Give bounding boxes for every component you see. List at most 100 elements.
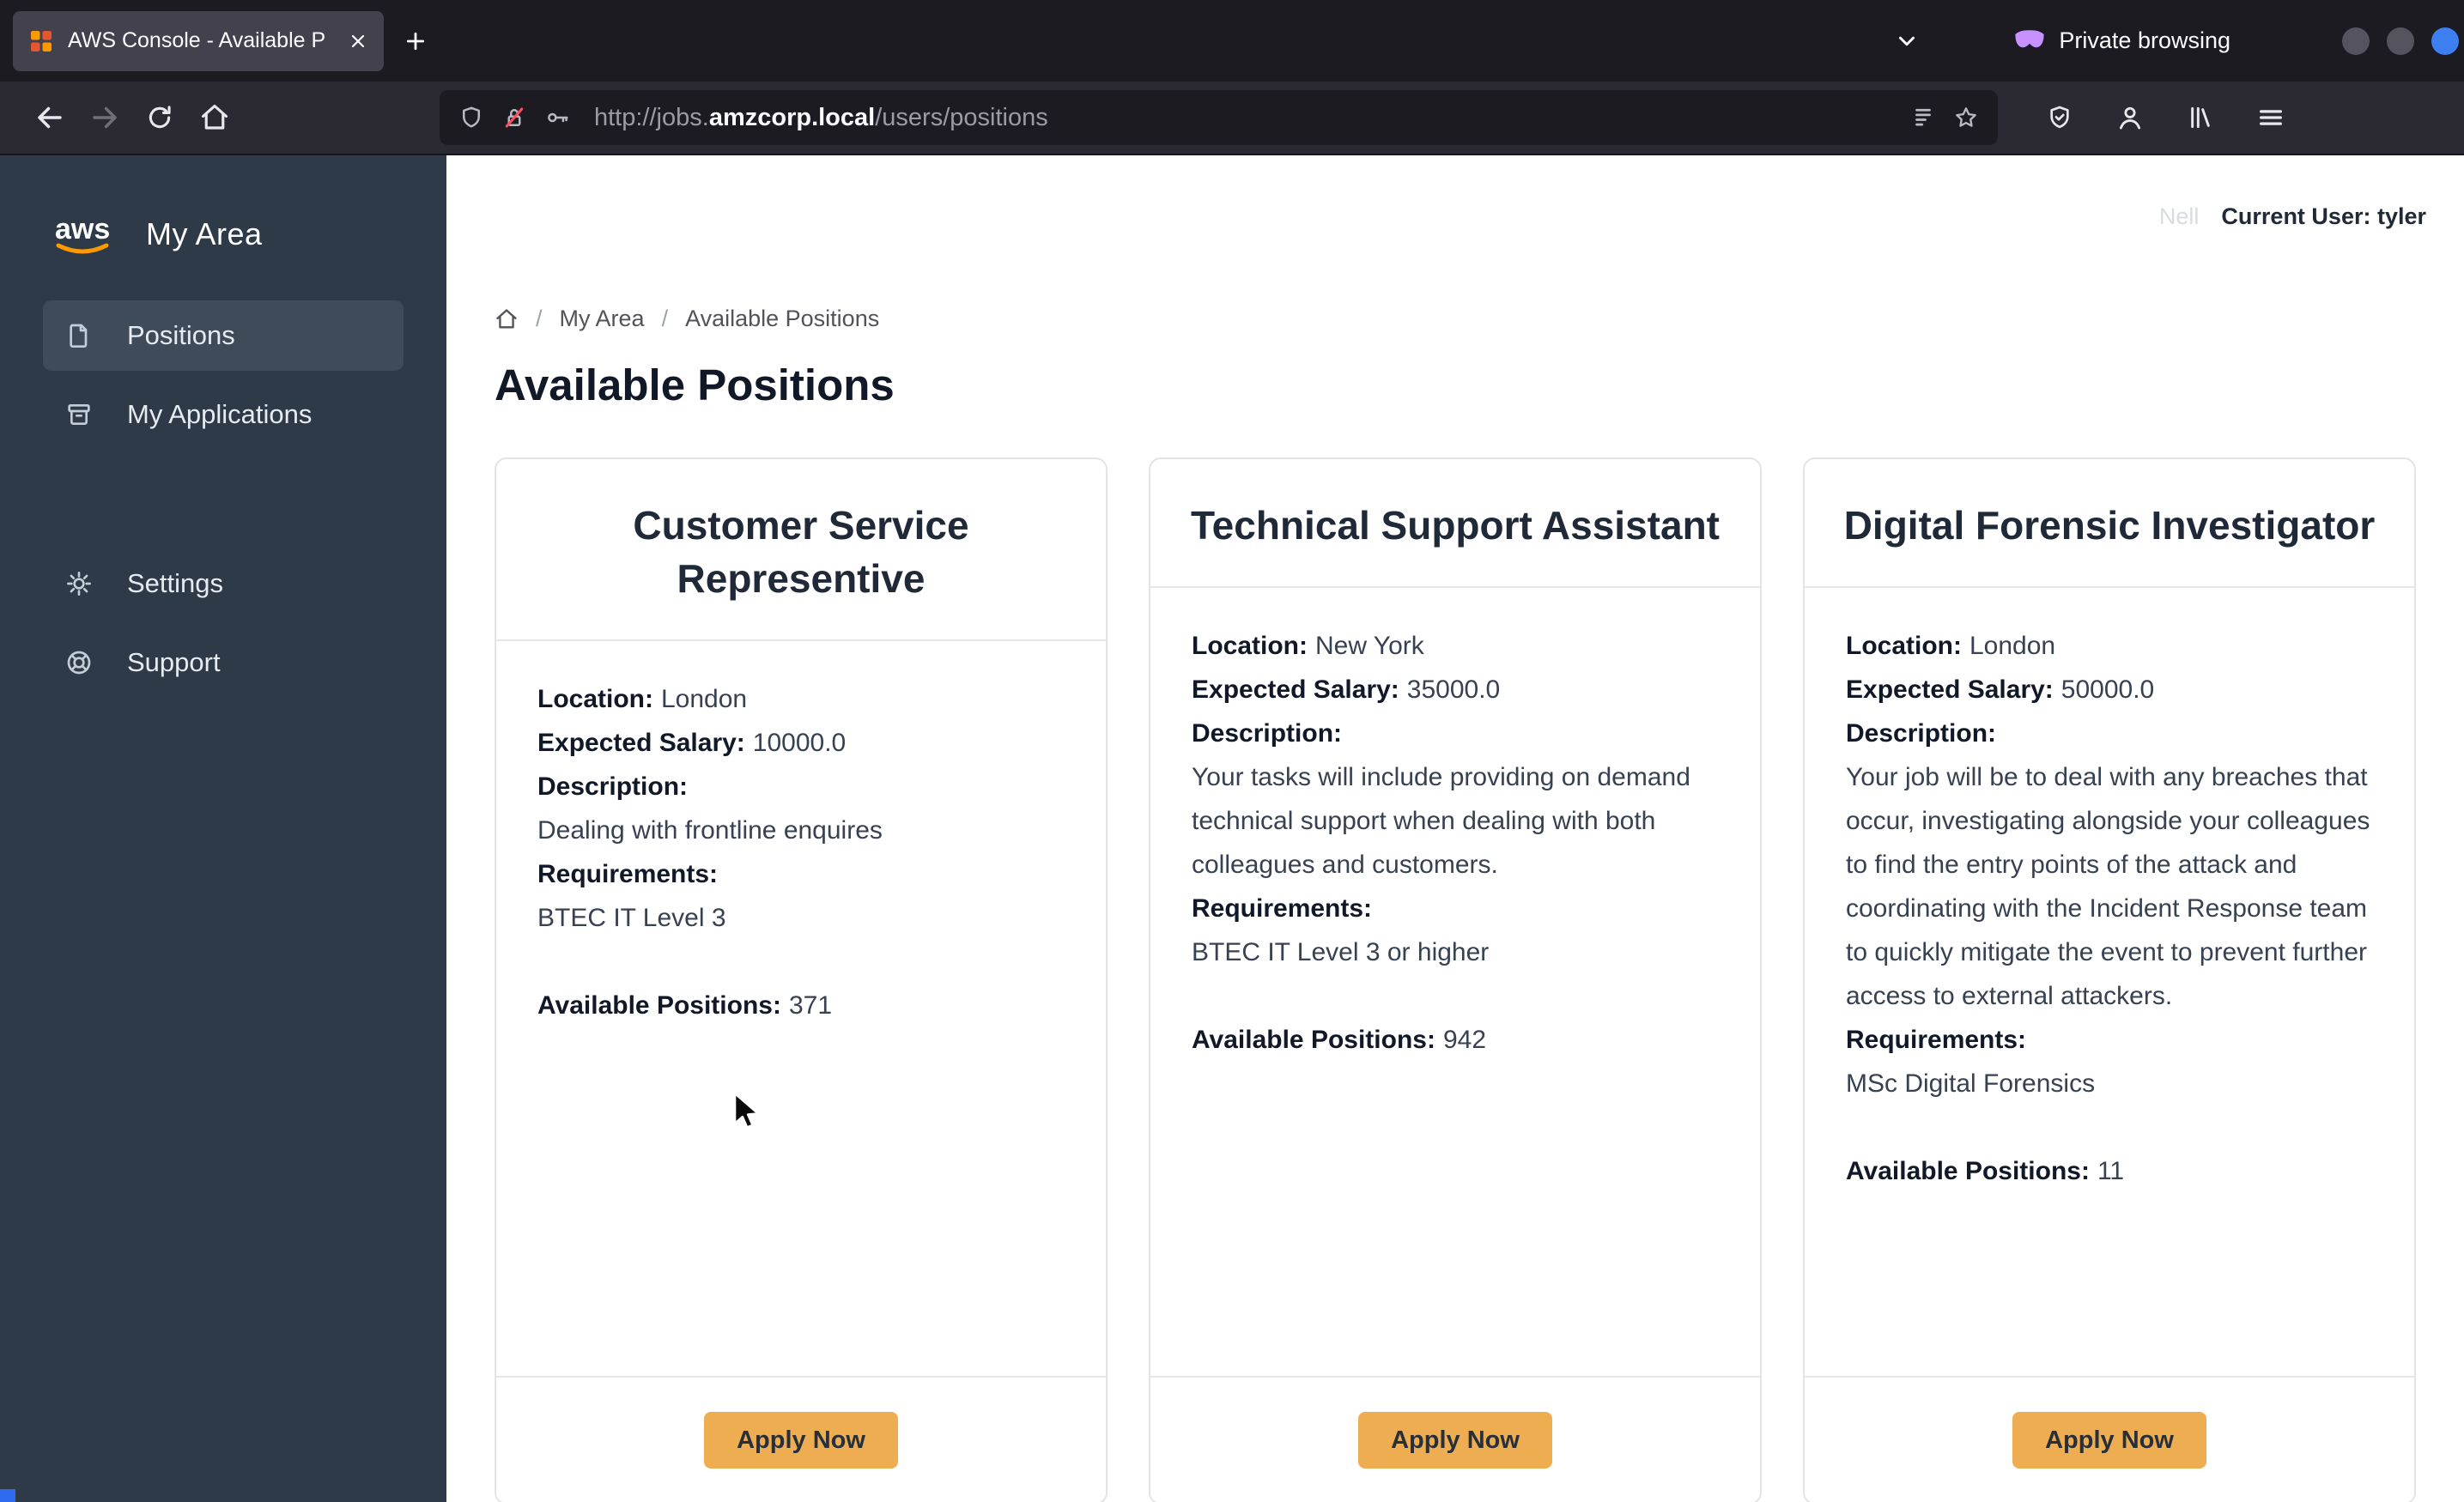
apply-now-button[interactable]: Apply Now bbox=[704, 1412, 898, 1469]
lifebuoy-icon bbox=[65, 649, 93, 676]
svg-text:aws: aws bbox=[55, 213, 110, 245]
aws-logo: aws bbox=[50, 209, 124, 259]
location-label: Location: bbox=[537, 685, 653, 713]
insecure-lock-icon[interactable] bbox=[501, 105, 527, 130]
positions-grid: Customer Service Representive Location: L… bbox=[495, 457, 2416, 1502]
position-title: Customer Service Representive bbox=[633, 503, 969, 601]
sidebar-item-positions[interactable]: Positions bbox=[43, 300, 404, 371]
location-value: London bbox=[661, 685, 748, 713]
faded-toast-text: Nell bbox=[2158, 203, 2200, 229]
private-browsing-label: Private browsing bbox=[2059, 27, 2230, 53]
description-value: Your tasks will include providing on dem… bbox=[1192, 763, 1690, 879]
app-sidebar: aws My Area Positions My Applications Se… bbox=[0, 155, 446, 1502]
chevron-down-icon[interactable] bbox=[1894, 28, 1920, 54]
browser-tab-bar: AWS Console - Available P Private browsi… bbox=[0, 0, 2464, 82]
window-button-1[interactable] bbox=[2342, 27, 2370, 55]
requirements-value: MSc Digital Forensics bbox=[1846, 1069, 2096, 1098]
reader-mode-icon[interactable] bbox=[1910, 105, 1936, 130]
available-label: Available Positions: bbox=[537, 991, 781, 1020]
salary-value: 35000.0 bbox=[1406, 675, 1501, 704]
sidebar-item-my-applications[interactable]: My Applications bbox=[43, 379, 404, 450]
taskbar-peek bbox=[0, 1489, 15, 1502]
menu-icon[interactable] bbox=[2247, 90, 2295, 145]
forward-icon[interactable] bbox=[77, 90, 132, 145]
page-title: Available Positions bbox=[495, 360, 895, 409]
available-label: Available Positions: bbox=[1192, 1026, 1435, 1054]
requirements-label: Requirements: bbox=[1192, 894, 1373, 923]
requirements-label: Requirements: bbox=[1846, 1026, 2027, 1054]
new-tab-icon[interactable] bbox=[403, 28, 428, 54]
location-label: Location: bbox=[1846, 632, 1962, 660]
tab-close-icon[interactable] bbox=[348, 31, 368, 51]
archive-icon bbox=[65, 401, 93, 428]
apply-now-button[interactable]: Apply Now bbox=[1358, 1412, 1552, 1469]
bookmark-star-icon[interactable] bbox=[1953, 105, 1979, 130]
sidebar-item-support[interactable]: Support bbox=[43, 627, 404, 698]
main-content: Nell Current User: tyler / My Area / Ava… bbox=[446, 155, 2464, 1502]
position-card: Digital Forensic Investigator Location: L… bbox=[1803, 457, 2416, 1502]
sidebar-logo-row: aws My Area bbox=[50, 198, 446, 270]
available-value: 942 bbox=[1442, 1026, 1487, 1054]
browser-tab[interactable]: AWS Console - Available P bbox=[13, 10, 384, 71]
reload-icon[interactable] bbox=[132, 90, 187, 145]
description-value: Your job will be to deal with any breach… bbox=[1846, 763, 2370, 1010]
description-label: Description: bbox=[537, 772, 689, 801]
document-icon bbox=[65, 322, 93, 349]
window-button-2[interactable] bbox=[2387, 27, 2414, 55]
breadcrumb-current: Available Positions bbox=[685, 306, 880, 331]
sidebar-item-label: Settings bbox=[127, 568, 224, 598]
breadcrumb-my-area[interactable]: My Area bbox=[560, 306, 645, 332]
url-domain: amzcorp.local bbox=[708, 103, 876, 131]
tracking-shield-icon[interactable] bbox=[458, 105, 484, 130]
private-browsing-badge: Private browsing bbox=[2014, 27, 2230, 54]
position-card: Technical Support Assistant Location: New… bbox=[1149, 457, 1762, 1502]
salary-label: Expected Salary: bbox=[537, 729, 745, 757]
position-details: Location: London Expected Salary: 50000.0 … bbox=[1805, 586, 2414, 1376]
position-title: Digital Forensic Investigator bbox=[1843, 503, 2376, 548]
current-user-label: Current User: tyler bbox=[2221, 203, 2426, 229]
position-details: Location: London Expected Salary: 10000.0 … bbox=[496, 639, 1106, 1376]
key-icon[interactable] bbox=[544, 105, 570, 130]
description-value: Dealing with frontline enquires bbox=[537, 816, 883, 845]
breadcrumb-separator: / bbox=[536, 306, 543, 331]
app-title: My Area bbox=[146, 216, 263, 251]
position-card: Customer Service Representive Location: L… bbox=[495, 457, 1108, 1502]
apply-now-button[interactable]: Apply Now bbox=[2012, 1412, 2206, 1469]
salary-label: Expected Salary: bbox=[1846, 675, 2054, 704]
url-bar[interactable]: http://jobs.amzcorp.local/users/position… bbox=[440, 90, 1998, 145]
window-button-3[interactable] bbox=[2431, 27, 2459, 55]
available-label: Available Positions: bbox=[1846, 1157, 2090, 1185]
requirements-value: BTEC IT Level 3 or higher bbox=[1192, 938, 1490, 966]
account-icon[interactable] bbox=[2106, 90, 2154, 145]
salary-value: 50000.0 bbox=[2060, 675, 2155, 704]
page: AWS Console - Available P Private browsi… bbox=[0, 0, 2464, 1502]
sidebar-item-label: Positions bbox=[127, 320, 235, 350]
location-label: Location: bbox=[1192, 632, 1308, 660]
tab-favicon bbox=[28, 28, 54, 54]
description-label: Description: bbox=[1192, 719, 1343, 748]
library-icon[interactable] bbox=[2176, 90, 2224, 145]
back-icon[interactable] bbox=[22, 90, 77, 145]
url-text: http://jobs.amzcorp.local/users/position… bbox=[594, 103, 1048, 131]
pocket-shield-icon[interactable] bbox=[2036, 90, 2084, 145]
description-label: Description: bbox=[1846, 719, 1997, 748]
home-icon[interactable] bbox=[187, 90, 242, 145]
gear-icon bbox=[65, 570, 93, 597]
available-value: 11 bbox=[2097, 1157, 2125, 1185]
position-title: Technical Support Assistant bbox=[1191, 503, 1720, 548]
breadcrumb: / My Area / Available Positions bbox=[495, 306, 2416, 332]
salary-value: 10000.0 bbox=[752, 729, 847, 757]
private-mask-icon bbox=[2014, 29, 2045, 52]
tab-title: AWS Console - Available P bbox=[68, 28, 326, 52]
breadcrumb-home-icon[interactable] bbox=[495, 307, 519, 331]
requirements-label: Requirements: bbox=[537, 860, 719, 888]
location-value: New York bbox=[1315, 632, 1424, 660]
sidebar-item-settings[interactable]: Settings bbox=[43, 548, 404, 619]
salary-label: Expected Salary: bbox=[1192, 675, 1399, 704]
sidebar-nav: Positions My Applications Settings Suppo bbox=[0, 300, 446, 698]
position-details: Location: New York Expected Salary: 35000.… bbox=[1150, 586, 1760, 1376]
location-value: London bbox=[1969, 632, 2056, 660]
breadcrumb-separator: / bbox=[661, 306, 669, 331]
requirements-value: BTEC IT Level 3 bbox=[537, 904, 726, 932]
browser-toolbar: http://jobs.amzcorp.local/users/position… bbox=[0, 82, 2464, 155]
